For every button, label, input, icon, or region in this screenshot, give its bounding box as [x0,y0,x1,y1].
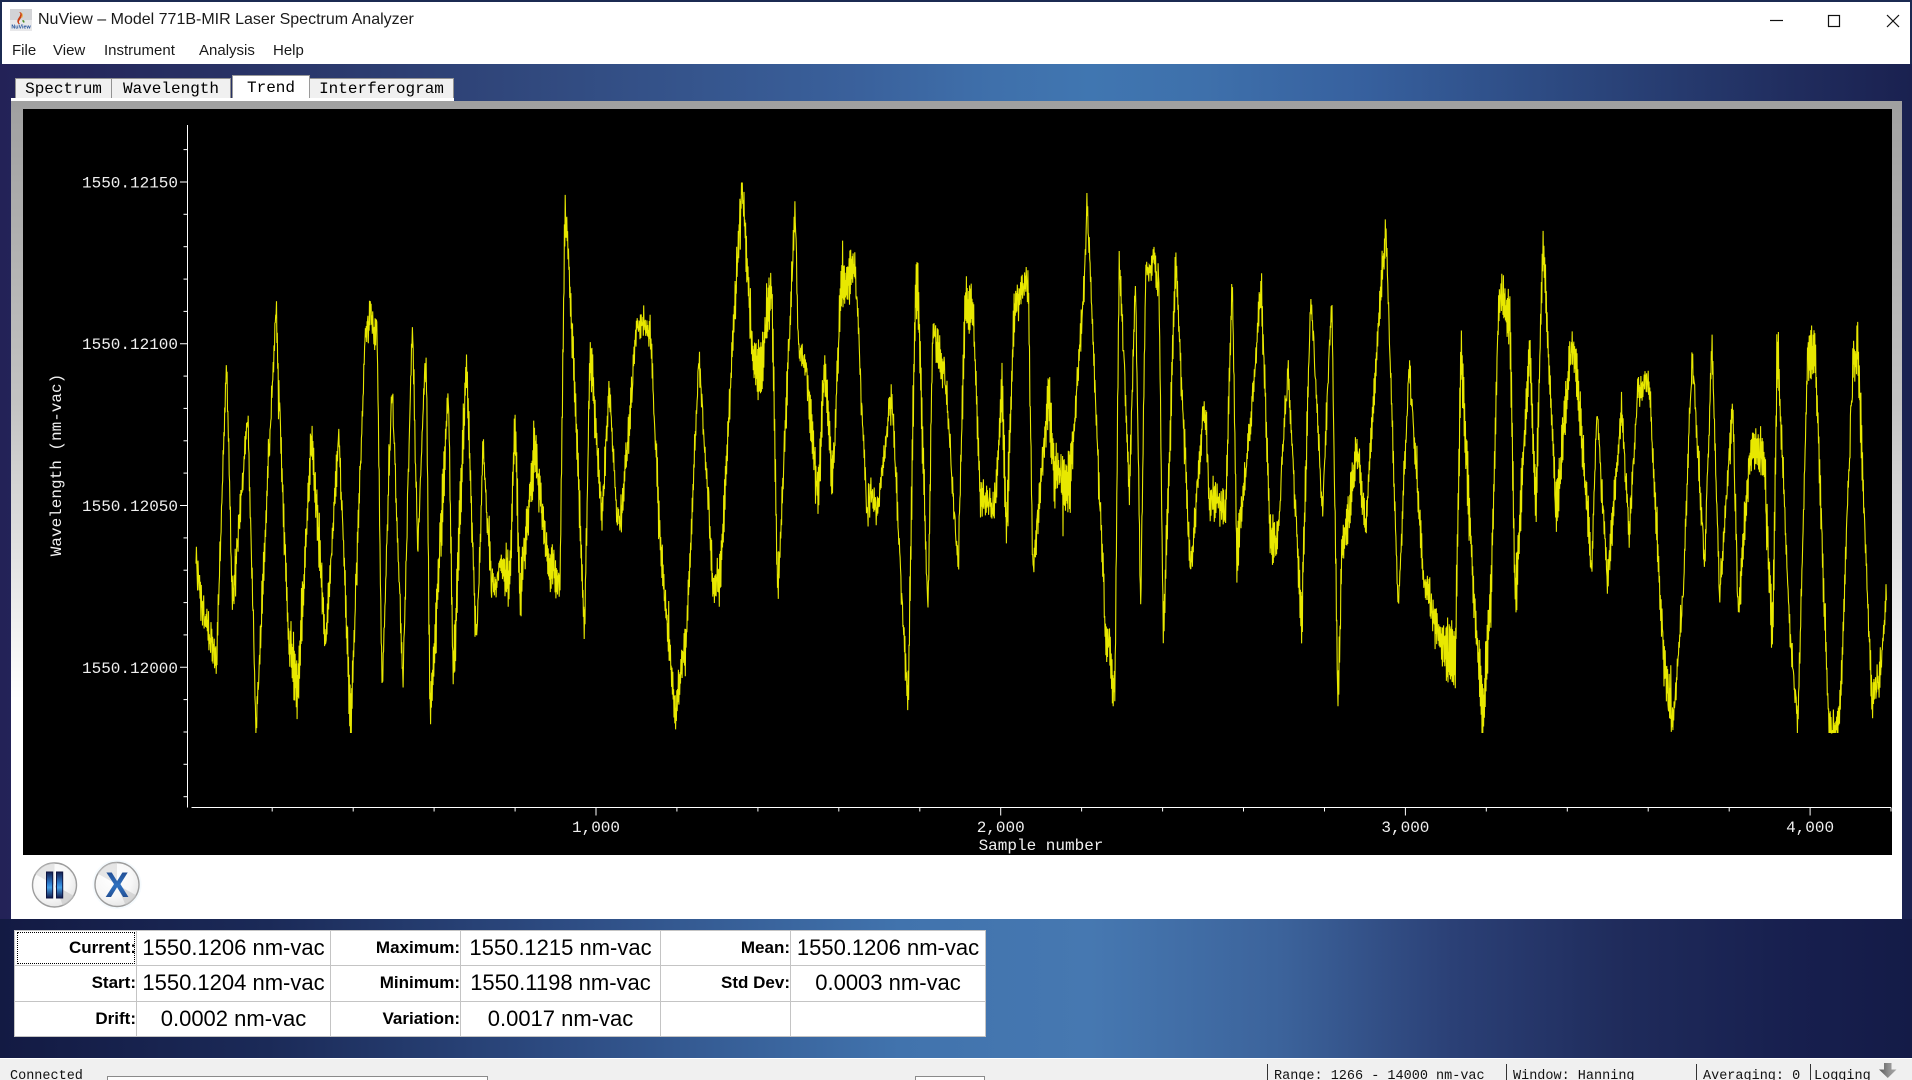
svg-text:1550.12050: 1550.12050 [82,498,178,516]
svg-text:1550.12100: 1550.12100 [82,336,178,354]
svg-text:3,000: 3,000 [1381,819,1429,837]
svg-text:4,000: 4,000 [1786,819,1834,837]
svg-text:1550.12000: 1550.12000 [82,660,178,678]
svg-text:Wavelength (nm-vac): Wavelength (nm-vac) [48,374,66,556]
svg-text:X: X [105,866,129,905]
svg-text:1550.12150: 1550.12150 [82,175,178,193]
svg-text:Sample number: Sample number [979,837,1104,855]
svg-text:2,000: 2,000 [977,819,1025,837]
svg-text:NuView: NuView [11,25,31,31]
svg-text:1,000: 1,000 [572,819,620,837]
